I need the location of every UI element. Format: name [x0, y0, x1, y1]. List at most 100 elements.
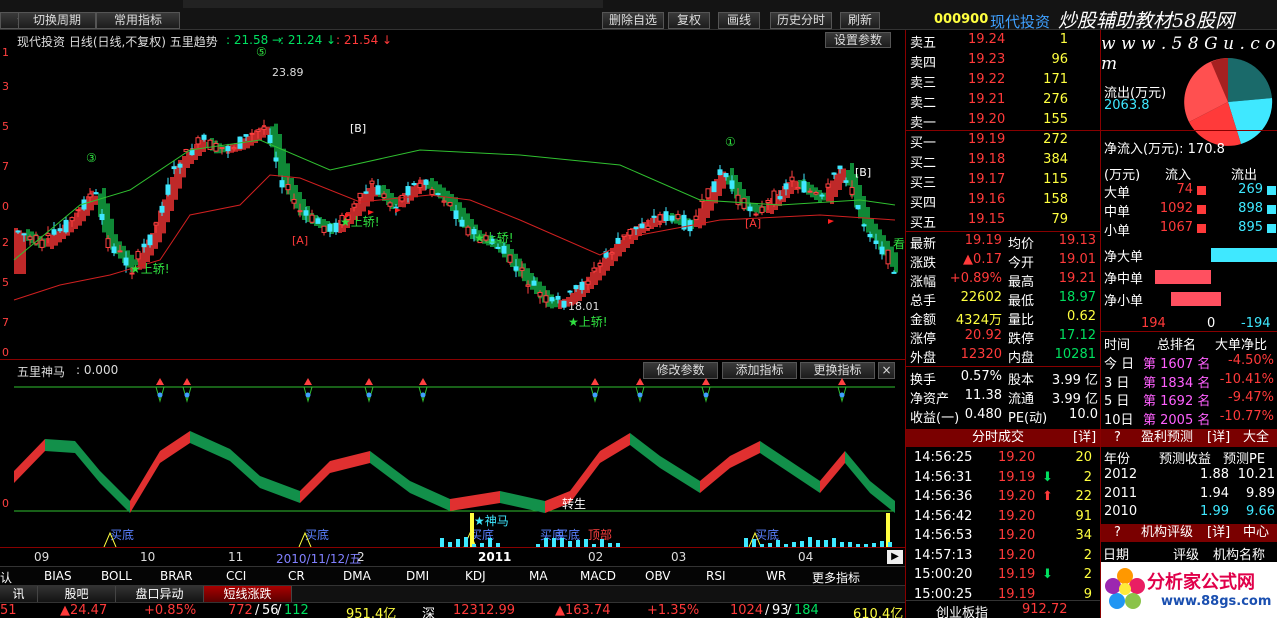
net-value: 0: [1207, 316, 1216, 331]
rating-detail-link[interactable]: [详]: [1207, 524, 1230, 542]
quote-label: 跌停: [1008, 332, 1035, 347]
ask-price: 19.24: [968, 32, 1006, 47]
y-axis-label: 3: [2, 80, 9, 93]
status-a: 51: [0, 603, 17, 618]
ask-level-label: 卖五: [910, 36, 937, 51]
indicator-ma[interactable]: MA: [529, 569, 548, 583]
indicator-brar[interactable]: BRAR: [160, 569, 193, 583]
candle-body: [393, 206, 399, 209]
y-axis-label: 7: [2, 160, 9, 173]
volume-bar: [464, 537, 468, 547]
price-low-label: 18.01: [568, 300, 600, 313]
candle-body: [93, 192, 99, 195]
bid-volume: 272: [1043, 132, 1068, 147]
up-signal-icon: [419, 378, 427, 385]
fund-value: 10.0: [1069, 407, 1098, 422]
indicator-wr[interactable]: WR: [766, 569, 786, 583]
tab-forum[interactable]: 股吧: [38, 586, 116, 603]
candle-body: [375, 185, 381, 195]
candle-body: [633, 226, 639, 230]
history-intraday-button[interactable]: 历史分时: [770, 12, 832, 29]
rank-ratio: -10.41%: [1219, 371, 1274, 387]
x-label: 11: [228, 550, 244, 564]
candle-body: [525, 284, 531, 287]
candle-body: [315, 218, 321, 224]
b-signal: [B]: [350, 122, 366, 135]
trend-cloud: [846, 170, 850, 186]
rating-help-icon[interactable]: ?: [1114, 524, 1121, 542]
tick-time: 14:56:31: [914, 469, 973, 485]
ticks-detail-link[interactable]: [详]: [1073, 429, 1096, 447]
volume-bar: [832, 538, 836, 547]
outflow-value: 2063.8: [1104, 98, 1150, 113]
switch-period-button[interactable]: 切换周期: [18, 12, 96, 29]
indicator-bias[interactable]: BIAS: [44, 569, 72, 583]
y-axis-label: 5: [2, 120, 9, 133]
indicator-item[interactable]: 认: [0, 569, 12, 586]
tab-short-term-change[interactable]: 短线涨跌: [204, 586, 292, 603]
candle-body: [651, 215, 657, 218]
net-flow-label: 净大单: [1104, 250, 1144, 265]
forecast-help-icon[interactable]: ?: [1114, 429, 1121, 447]
indicator-dmi[interactable]: DMI: [406, 569, 429, 583]
status-market: 深: [422, 607, 436, 618]
volume-bar: [600, 539, 604, 547]
quote-value: 12320: [960, 347, 1002, 362]
bid-price: 19.16: [968, 192, 1006, 207]
volume-bar: [552, 538, 556, 547]
oscillator-band: [790, 461, 820, 493]
bid-level-label: 买五: [910, 216, 937, 231]
indicator-chart[interactable]: 五里神马 : 0.000 修改参数 添加指标 更换指标 × 0 转生 ★神马 买底 买底…: [0, 361, 905, 547]
quote-label: 量比: [1008, 313, 1035, 328]
quote-value: 19.19: [964, 233, 1002, 248]
indicator-boll[interactable]: BOLL: [101, 569, 132, 583]
indicator-obv[interactable]: OBV: [645, 569, 671, 583]
adjust-rights-button[interactable]: 复权: [668, 12, 710, 29]
indicator-dma[interactable]: DMA: [343, 569, 371, 583]
fund-value: 3.99 亿: [1051, 373, 1098, 388]
indicator-cci[interactable]: CCI: [226, 569, 246, 583]
bid-volume: 115: [1043, 172, 1068, 187]
refresh-button[interactable]: 刷新: [840, 12, 880, 29]
trend-cloud: [602, 257, 606, 276]
tick-price: 19.20: [998, 528, 1036, 543]
tick-volume: 91: [1075, 508, 1092, 524]
bid-level-label: 买四: [910, 196, 937, 211]
market-status-bar: 51 ▲24.47 +0.85% 772 / 56 / 112 951.4亿 深…: [0, 602, 905, 618]
candle-body: [321, 225, 327, 233]
indicator-cr[interactable]: CR: [288, 569, 305, 583]
fund-value: 0.57%: [960, 369, 1002, 384]
ask-volume: 276: [1043, 92, 1068, 107]
indicator-rsi[interactable]: RSI: [706, 569, 726, 583]
trend-cloud: [806, 182, 810, 195]
bottom-signal-label: 买底: [305, 527, 329, 542]
tab-order-anomaly[interactable]: 盘口异动: [116, 586, 204, 603]
signal-dot: [305, 392, 311, 398]
oscillator-band: [820, 451, 845, 493]
more-indicators[interactable]: 更多指标: [812, 569, 860, 586]
rank-ratio: -10.77%: [1219, 408, 1274, 424]
tab-news[interactable]: 讯: [0, 586, 38, 603]
logo-url: www.88gs.com: [1161, 594, 1272, 609]
rank-col-header: 总排名: [1157, 338, 1197, 353]
scroll-right-button[interactable]: ▶: [887, 550, 903, 564]
rating-center-link[interactable]: 中心: [1243, 524, 1269, 542]
signal-dot: [366, 392, 372, 398]
candle-body: [63, 219, 69, 233]
draw-line-button[interactable]: 画线: [718, 12, 760, 29]
delete-watchlist-button[interactable]: 删除自选: [602, 12, 664, 29]
candle-body: [141, 243, 147, 248]
forecast-detail-link[interactable]: [详]: [1207, 429, 1230, 447]
candle-body: [621, 234, 627, 238]
indicator-kdj[interactable]: KDJ: [465, 569, 486, 583]
trend-cloud: [278, 134, 282, 177]
forecast-all-link[interactable]: 大全: [1243, 429, 1269, 447]
kline-chart[interactable]: 现代投资 日线(日线,不复权) 五里趋势 : 21.58 → : 21.24 ↓…: [0, 30, 905, 360]
candle-body: [159, 205, 165, 213]
trend-cloud: [458, 202, 462, 223]
candle-body: [705, 188, 711, 199]
indicator-macd[interactable]: MACD: [580, 569, 616, 583]
trend-cloud: [18, 230, 22, 274]
common-indicators-button[interactable]: 常用指标: [96, 12, 180, 29]
x-axis: 09 10 11 2010/11/12/五 2 2011 02 03 04 ▶: [0, 547, 905, 566]
